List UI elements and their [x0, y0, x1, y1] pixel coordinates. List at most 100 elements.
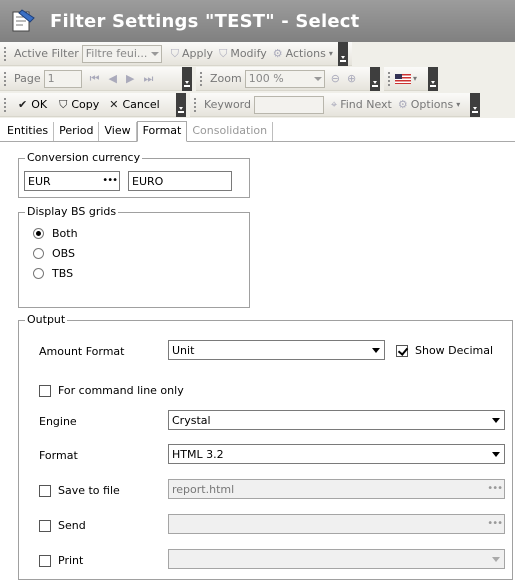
keyword-input[interactable]	[253, 95, 324, 114]
show-decimal-checkbox[interactable]: Show Decimal	[396, 344, 493, 357]
command-line-only-checkbox[interactable]: For command line only	[39, 384, 184, 397]
chevron-down-icon	[313, 76, 322, 81]
active-filter-value: Filtre feui...	[85, 47, 148, 60]
toolbar-options-button[interactable]	[176, 92, 186, 117]
toolbar-options-button[interactable]	[337, 41, 348, 66]
page-toolbar: Page 1 ⏮ ◀ ▶ ⏭	[0, 66, 192, 91]
dropdown-arrow-icon: ▾	[328, 49, 333, 58]
browse-ellipsis-icon: •••	[487, 483, 503, 494]
find-next-button[interactable]: ⌖ Find Next	[328, 98, 395, 112]
gear-icon: ⚙	[397, 98, 408, 111]
radio-indicator	[33, 268, 44, 279]
checkbox-checked-indicator	[396, 344, 408, 357]
close-icon: ✕	[109, 98, 119, 111]
toolbar-grip[interactable]	[193, 96, 197, 113]
conversion-currency-group: Conversion currency EUR ••• EURO	[18, 151, 250, 198]
gear-icon: ⚙	[272, 47, 283, 60]
keyword-label: Keyword	[204, 98, 251, 111]
send-checkbox[interactable]: Send	[39, 519, 86, 532]
tab-strip: Entities Period View Format Consolidatio…	[0, 120, 515, 142]
engine-label: Engine	[39, 415, 77, 428]
checkbox-indicator	[39, 384, 51, 397]
zoom-toolbar: Zoom 100 % ⊖ ⊕	[196, 66, 380, 91]
tab-view[interactable]: View	[99, 122, 137, 141]
modify-button[interactable]: ⛉ Modify	[216, 47, 270, 61]
radio-tbs[interactable]: TBS	[33, 267, 73, 280]
ok-button[interactable]: ✔ OK	[15, 98, 50, 111]
currency-code-field[interactable]: EUR •••	[24, 171, 120, 191]
radio-obs[interactable]: OBS	[33, 247, 75, 260]
toolbar-options-button[interactable]	[370, 66, 380, 91]
browse-ellipsis-icon: •••	[487, 518, 503, 529]
chevron-down-icon[interactable]	[489, 446, 503, 462]
checkbox-indicator	[39, 519, 51, 532]
toolbar-options-button[interactable]	[470, 92, 480, 117]
dialog-toolbar: ✔ OK ⛉ Copy ✕ Cancel	[0, 92, 186, 117]
window-title: Filter Settings "TEST" - Select	[50, 10, 360, 32]
radio-both[interactable]: Both	[33, 227, 78, 240]
toolbar-grip[interactable]	[3, 70, 7, 87]
zoom-out-icon[interactable]: ⊖	[331, 72, 340, 85]
dropdown-arrow-icon: ▾	[456, 100, 461, 109]
checkmark-icon: ✔	[18, 98, 28, 111]
browse-ellipsis-icon[interactable]: •••	[102, 175, 118, 186]
save-to-file-path-field: report.html •••	[168, 479, 505, 499]
funnel-icon: ⛉	[170, 46, 180, 60]
toolbar-grip[interactable]	[199, 70, 203, 87]
options-button[interactable]: ⚙ Options ▾	[395, 98, 463, 111]
active-filter-label: Active Filter	[14, 47, 79, 60]
chevron-down-icon[interactable]	[369, 342, 383, 358]
checkbox-indicator	[39, 484, 51, 497]
binoculars-icon: ⌖	[330, 97, 338, 111]
amount-format-select[interactable]: Unit	[168, 340, 385, 360]
toolbar-options-button[interactable]	[428, 66, 438, 91]
zoom-in-icon[interactable]: ⊕	[347, 72, 356, 85]
next-page-icon[interactable]: ▶	[126, 72, 134, 85]
filter-settings-icon	[10, 8, 36, 34]
conversion-currency-label: Conversion currency	[25, 151, 143, 164]
flag-icon[interactable]	[395, 73, 411, 84]
chevron-down-icon[interactable]	[489, 412, 503, 428]
cancel-button[interactable]: ✕ Cancel	[106, 98, 162, 111]
search-toolbar: Keyword ⌖ Find Next ⚙ Options ▾	[190, 92, 480, 117]
funnel-copy-icon: ⛉	[59, 97, 68, 111]
zoom-combo[interactable]: 100 %	[244, 69, 325, 88]
toolbar-grip[interactable]	[3, 45, 7, 62]
window-title-bar: Filter Settings "TEST" - Select	[0, 0, 515, 42]
filter-toolbar: Active Filter Filtre feui... ⛉ Apply ⛉ M…	[0, 41, 352, 66]
active-filter-combo[interactable]: Filtre feui...	[81, 44, 162, 63]
page-label: Page	[14, 72, 41, 85]
tab-consolidation: Consolidation	[187, 122, 274, 141]
copy-button[interactable]: ⛉ Copy	[56, 98, 102, 112]
zoom-label: Zoom	[210, 72, 242, 85]
tab-entities[interactable]: Entities	[2, 122, 55, 141]
toolbar-options-button[interactable]	[182, 66, 192, 91]
dropdown-arrow-icon[interactable]: ▾	[413, 74, 417, 83]
display-bs-grids-label: Display BS grids	[25, 205, 119, 218]
display-bs-grids-group: Display BS grids Both OBS TBS	[18, 205, 250, 308]
engine-select[interactable]: Crystal	[168, 410, 505, 430]
actions-button[interactable]: ⚙ Actions ▾	[270, 47, 336, 60]
format-label: Format	[39, 449, 78, 462]
tab-period[interactable]: Period	[54, 122, 100, 141]
print-checkbox[interactable]: Print	[39, 554, 83, 567]
previous-page-icon[interactable]: ◀	[109, 72, 117, 85]
output-group: Output Amount Format Unit Show Decimal F…	[18, 313, 513, 580]
printer-select	[168, 549, 505, 569]
currency-name-field[interactable]: EURO	[128, 171, 232, 191]
first-page-icon[interactable]: ⏮	[90, 72, 100, 86]
toolbar-grip[interactable]	[3, 96, 7, 113]
checkbox-indicator	[39, 554, 51, 567]
chevron-down-icon	[489, 551, 503, 567]
amount-format-label: Amount Format	[39, 345, 125, 358]
format-select[interactable]: HTML 3.2	[168, 444, 505, 464]
chevron-down-icon	[150, 51, 159, 56]
toolbar-grip[interactable]	[387, 70, 391, 87]
toolbar-area: Active Filter Filtre feui... ⛉ Apply ⛉ M…	[0, 41, 515, 118]
tab-format[interactable]: Format	[136, 121, 188, 142]
save-to-file-checkbox[interactable]: Save to file	[39, 484, 120, 497]
radio-indicator	[33, 248, 44, 259]
apply-button[interactable]: ⛉ Apply	[168, 47, 216, 61]
last-page-icon[interactable]: ⏭	[143, 72, 153, 86]
page-input[interactable]: 1	[43, 69, 82, 88]
